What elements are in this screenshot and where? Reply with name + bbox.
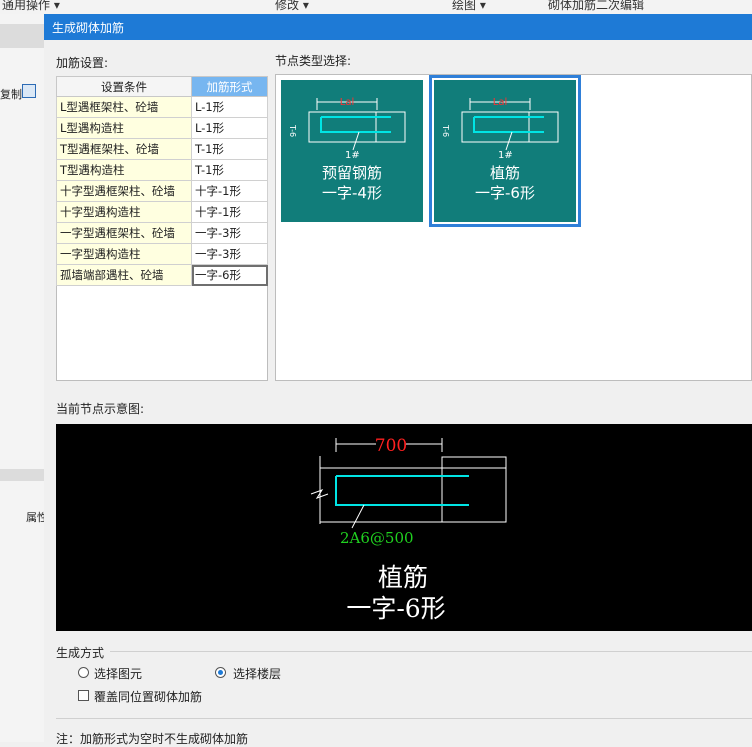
condition-cell[interactable]: 孤墙端部遇柱、砼墙: [56, 264, 192, 286]
table-row[interactable]: T型遇构造柱 T-1形: [56, 159, 268, 181]
settings-label: 加筋设置:: [56, 56, 109, 70]
condition-cell[interactable]: T型遇框架柱、砼墙: [56, 138, 192, 160]
node-type-label: 节点类型选择:: [275, 54, 352, 68]
header-rebar-form[interactable]: 加筋形式: [191, 76, 268, 97]
rebar-form-cell[interactable]: T-1形: [191, 138, 268, 160]
node-card-reserved-1-4[interactable]: Lal T-6 1# 预留钢筋 一字-4形: [281, 80, 423, 222]
node2-line1: 植筋: [490, 164, 520, 182]
preview-dim: 700: [375, 436, 407, 456]
settings-table: 设置条件 加筋形式 L型遇框架柱、砼墙 L-1形 L型遇构造柱 L-1形 T型遇框架柱、…: [56, 76, 268, 286]
radio-select-element[interactable]: [78, 667, 89, 678]
menu-masonry-edit[interactable]: 砌体加筋二次编辑: [548, 0, 644, 13]
dialog-titlebar: 生成砌体加筋: [44, 14, 752, 40]
rebar-form-cell[interactable]: 一字-3形: [191, 222, 268, 244]
node-preview-canvas: 700 2A6@500 植筋 一字-6形: [56, 424, 752, 631]
table-row[interactable]: 孤墙端部遇柱、砼墙 一字-6形: [56, 264, 268, 286]
node2-bar: 1#: [498, 150, 513, 161]
node2-side: T-6: [441, 124, 450, 137]
overwrite-checkbox-label[interactable]: 覆盖同位置砌体加筋: [94, 688, 202, 705]
app-left-panel: 复制 属性: [0, 14, 48, 742]
property-grid-icon[interactable]: [22, 84, 36, 98]
note-text: 注：加筋形式为空时不生成砌体加筋: [56, 732, 249, 746]
condition-cell[interactable]: L型遇框架柱、砼墙: [56, 96, 192, 118]
radio-select-element-label[interactable]: 选择图元: [94, 665, 142, 682]
node1-bar: 1#: [345, 150, 360, 161]
condition-cell[interactable]: 一字型遇框架柱、砼墙: [56, 222, 192, 244]
rebar-form-cell[interactable]: 十字-1形: [191, 201, 268, 223]
overwrite-checkbox[interactable]: [78, 690, 89, 701]
condition-cell[interactable]: 十字型遇构造柱: [56, 201, 192, 223]
rebar-form-cell[interactable]: 一字-3形: [191, 243, 268, 265]
table-row[interactable]: 十字型遇框架柱、砼墙 十字-1形: [56, 180, 268, 202]
app-toolbar: 通用操作 ▾ 修改 ▾ 绘图 ▾ 砌体加筋二次编辑: [0, 0, 752, 15]
node-card-plant-1-6[interactable]: Lal T-6 1# 植筋 一字-6形: [429, 75, 581, 227]
node-diagram-reserved: Lal T-6 1# 预留钢筋 一字-4形: [288, 97, 406, 202]
table-row[interactable]: L型遇构造柱 L-1形: [56, 117, 268, 139]
table-row[interactable]: T型遇框架柱、砼墙 T-1形: [56, 138, 268, 160]
menu-modify[interactable]: 修改 ▾: [275, 0, 309, 13]
node2-dim: Lal: [493, 97, 507, 108]
table-row[interactable]: L型遇框架柱、砼墙 L-1形: [56, 96, 268, 118]
node1-side: T-6: [288, 124, 297, 137]
preview-label: 当前节点示意图:: [56, 402, 145, 416]
rebar-form-cell[interactable]: L-1形: [191, 96, 268, 118]
preview-line1: 植筋: [378, 563, 428, 592]
node-diagram-plant: Lal T-6 1# 植筋 一字-6形: [441, 97, 559, 202]
menu-draw[interactable]: 绘图 ▾: [452, 0, 486, 13]
node2-line2: 一字-6形: [475, 184, 535, 202]
condition-cell[interactable]: T型遇构造柱: [56, 159, 192, 181]
node1-line1: 预留钢筋: [322, 164, 382, 182]
rebar-form-cell[interactable]: 十字-1形: [191, 180, 268, 202]
left-copy-label[interactable]: 复制: [0, 86, 22, 102]
rebar-form-cell[interactable]: L-1形: [191, 117, 268, 139]
preview-rebar: 2A6@500: [340, 529, 414, 547]
radio-select-floor[interactable]: [215, 667, 226, 678]
dialog-title: 生成砌体加筋: [52, 21, 125, 35]
rebar-form-cell[interactable]: T-1形: [191, 159, 268, 181]
condition-cell[interactable]: L型遇构造柱: [56, 117, 192, 139]
preview-diagram: 700 2A6@500 植筋 一字-6形: [310, 434, 507, 623]
gen-method-divider: [110, 651, 752, 652]
bottom-divider: [56, 718, 752, 719]
left-band-mid: [0, 469, 44, 481]
node1-line2: 一字-4形: [322, 184, 382, 202]
table-row[interactable]: 一字型遇构造柱 一字-3形: [56, 243, 268, 265]
condition-cell[interactable]: 十字型遇框架柱、砼墙: [56, 180, 192, 202]
rebar-form-cell[interactable]: 一字-6形: [191, 264, 268, 286]
condition-cell[interactable]: 一字型遇构造柱: [56, 243, 192, 265]
table-row[interactable]: 一字型遇框架柱、砼墙 一字-3形: [56, 222, 268, 244]
gen-method-label: 生成方式: [56, 646, 105, 660]
left-band-top: [0, 24, 44, 48]
generate-masonry-rebar-dialog: 生成砌体加筋 加筋设置: 节点类型选择: 设置条件 加筋形式 L型遇框架柱、砼墙…: [44, 14, 752, 746]
node1-dim: Lal: [340, 97, 354, 108]
radio-select-floor-label[interactable]: 选择楼层: [233, 665, 281, 682]
header-condition[interactable]: 设置条件: [56, 76, 192, 97]
menu-general-ops[interactable]: 通用操作 ▾: [2, 0, 60, 13]
preview-line2: 一字-6形: [346, 594, 445, 623]
node-type-panel: Lal T-6 1# 预留钢筋 一字-4形 Lal T-6 1# 植筋 一字-6…: [275, 74, 752, 381]
table-row[interactable]: 十字型遇构造柱 十字-1形: [56, 201, 268, 223]
